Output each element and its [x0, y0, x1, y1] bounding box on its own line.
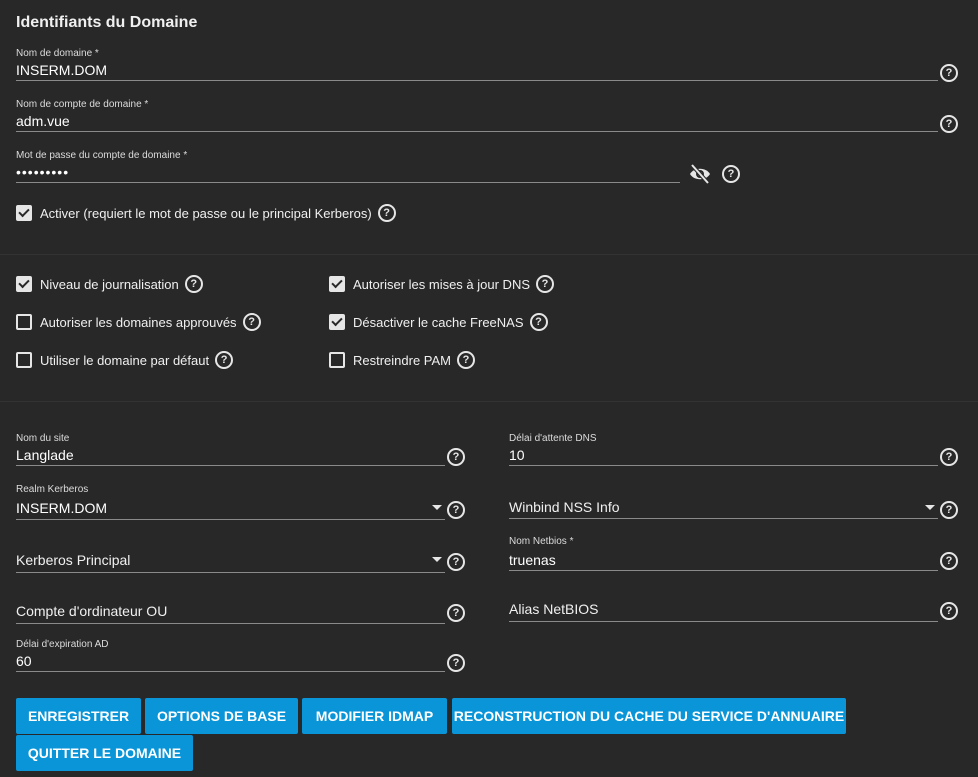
divider: [0, 401, 978, 402]
checkbox-box[interactable]: [329, 314, 345, 330]
kerberos-principal-placeholder: Kerberos Principal: [16, 552, 131, 568]
checkbox-box[interactable]: [329, 276, 345, 292]
rebuild-cache-button[interactable]: RECONSTRUCTION DU CACHE DU SERVICE D'ANN…: [452, 698, 846, 734]
underline: [16, 182, 680, 183]
restrict-pam-label: Restreindre PAM: [353, 352, 452, 368]
site-name-input[interactable]: Langlade: [16, 447, 74, 463]
save-button[interactable]: ENREGISTRER: [16, 698, 141, 734]
underline: [509, 621, 938, 622]
dns-updates-label: Autoriser les mises à jour DNS: [353, 276, 530, 292]
ad-timeout-label: Délai d'expiration AD: [16, 639, 109, 650]
leave-domain-button[interactable]: QUITTER LE DOMAINE: [16, 735, 193, 771]
help-icon[interactable]: [447, 501, 465, 519]
help-icon[interactable]: [536, 275, 554, 293]
chevron-down-icon[interactable]: [925, 505, 935, 510]
ad-timeout-field[interactable]: Délai d'expiration AD 60: [16, 639, 445, 675]
help-icon[interactable]: [940, 115, 958, 133]
netbios-alias-field[interactable]: Alias NetBIOS: [509, 589, 938, 625]
dns-timeout-label: Délai d'attente DNS: [509, 433, 597, 444]
visibility-off-icon[interactable]: [688, 163, 712, 185]
trusted-domains-checkbox[interactable]: Autoriser les domaines approuvés: [16, 313, 261, 331]
kerberos-realm-value[interactable]: INSERM.DOM: [16, 500, 107, 516]
underline: [509, 518, 938, 519]
help-icon[interactable]: [447, 604, 465, 622]
help-icon[interactable]: [447, 448, 465, 466]
domain-name-label: Nom de domaine *: [16, 48, 99, 59]
help-icon[interactable]: [940, 64, 958, 82]
restrict-pam-checkbox[interactable]: Restreindre PAM: [329, 351, 476, 369]
help-icon[interactable]: [940, 448, 958, 466]
verbose-logging-label: Niveau de journalisation: [40, 276, 179, 292]
help-icon[interactable]: [722, 165, 740, 183]
domain-account-input[interactable]: adm.vue: [16, 113, 70, 129]
checkbox-box[interactable]: [16, 314, 32, 330]
verbose-logging-checkbox[interactable]: Niveau de journalisation: [16, 275, 203, 293]
underline: [509, 570, 938, 571]
ad-timeout-input[interactable]: 60: [16, 653, 32, 669]
underline: [16, 671, 445, 672]
domain-account-field[interactable]: Nom de compte de domaine * adm.vue: [16, 99, 938, 135]
dns-timeout-input[interactable]: 10: [509, 447, 525, 463]
disable-cache-label: Désactiver le cache FreeNAS: [353, 314, 524, 330]
checkbox-box[interactable]: [16, 352, 32, 368]
site-name-label: Nom du site: [16, 433, 70, 444]
underline: [16, 623, 445, 624]
winbind-nss-placeholder: Winbind NSS Info: [509, 499, 620, 515]
netbios-name-input[interactable]: truenas: [509, 552, 556, 568]
trusted-domains-label: Autoriser les domaines approuvés: [40, 314, 237, 330]
divider: [0, 254, 978, 255]
help-icon[interactable]: [940, 501, 958, 519]
underline: [16, 80, 938, 81]
underline: [16, 465, 445, 466]
enable-checkbox[interactable]: Activer (requiert le mot de passe ou le …: [16, 204, 396, 222]
section-title: Identifiants du Domaine: [16, 14, 198, 31]
basic-options-button[interactable]: OPTIONS DE BASE: [145, 698, 298, 734]
domain-password-field[interactable]: Mot de passe du compte de domaine * ••••…: [16, 150, 680, 186]
chevron-down-icon[interactable]: [432, 557, 442, 562]
help-icon[interactable]: [447, 654, 465, 672]
domain-name-field[interactable]: Nom de domaine * INSERM.DOM: [16, 48, 938, 84]
help-icon[interactable]: [940, 552, 958, 570]
checkbox-box[interactable]: [16, 205, 32, 221]
help-icon[interactable]: [940, 602, 958, 620]
chevron-down-icon[interactable]: [432, 505, 442, 510]
domain-password-label: Mot de passe du compte de domaine *: [16, 150, 188, 161]
domain-name-input[interactable]: INSERM.DOM: [16, 62, 107, 78]
kerberos-realm-label: Realm Kerberos: [16, 484, 89, 495]
checkbox-box[interactable]: [16, 276, 32, 292]
underline: [16, 572, 445, 573]
dns-updates-checkbox[interactable]: Autoriser les mises à jour DNS: [329, 275, 554, 293]
help-icon[interactable]: [215, 351, 234, 369]
underline: [509, 465, 938, 466]
help-icon[interactable]: [184, 275, 203, 293]
computer-ou-field[interactable]: Compte d'ordinateur OU: [16, 591, 445, 627]
netbios-name-field[interactable]: Nom Netbios * truenas: [509, 536, 938, 572]
default-domain-checkbox[interactable]: Utiliser le domaine par défaut: [16, 351, 234, 369]
help-icon[interactable]: [242, 313, 261, 331]
help-icon[interactable]: [377, 204, 396, 222]
help-icon[interactable]: [447, 553, 465, 571]
edit-idmap-button[interactable]: MODIFIER IDMAP: [302, 698, 447, 734]
underline: [16, 131, 938, 132]
checkbox-box[interactable]: [329, 352, 345, 368]
help-icon[interactable]: [529, 313, 548, 331]
enable-label: Activer (requiert le mot de passe ou le …: [40, 205, 372, 221]
dns-timeout-field[interactable]: Délai d'attente DNS 10: [509, 433, 938, 469]
site-name-field[interactable]: Nom du site Langlade: [16, 433, 445, 469]
help-icon[interactable]: [457, 351, 476, 369]
domain-password-input[interactable]: •••••••••: [16, 164, 69, 180]
computer-ou-placeholder: Compte d'ordinateur OU: [16, 603, 168, 619]
underline: [16, 519, 445, 520]
netbios-name-label: Nom Netbios *: [509, 536, 574, 547]
kerberos-principal-select[interactable]: Kerberos Principal: [16, 540, 445, 576]
disable-cache-checkbox[interactable]: Désactiver le cache FreeNAS: [329, 313, 548, 331]
default-domain-label: Utiliser le domaine par défaut: [40, 352, 210, 368]
kerberos-realm-select[interactable]: Realm Kerberos INSERM.DOM: [16, 484, 445, 520]
winbind-nss-select[interactable]: Winbind NSS Info: [509, 486, 938, 522]
netbios-alias-placeholder: Alias NetBIOS: [509, 601, 599, 617]
domain-account-label: Nom de compte de domaine *: [16, 99, 149, 110]
